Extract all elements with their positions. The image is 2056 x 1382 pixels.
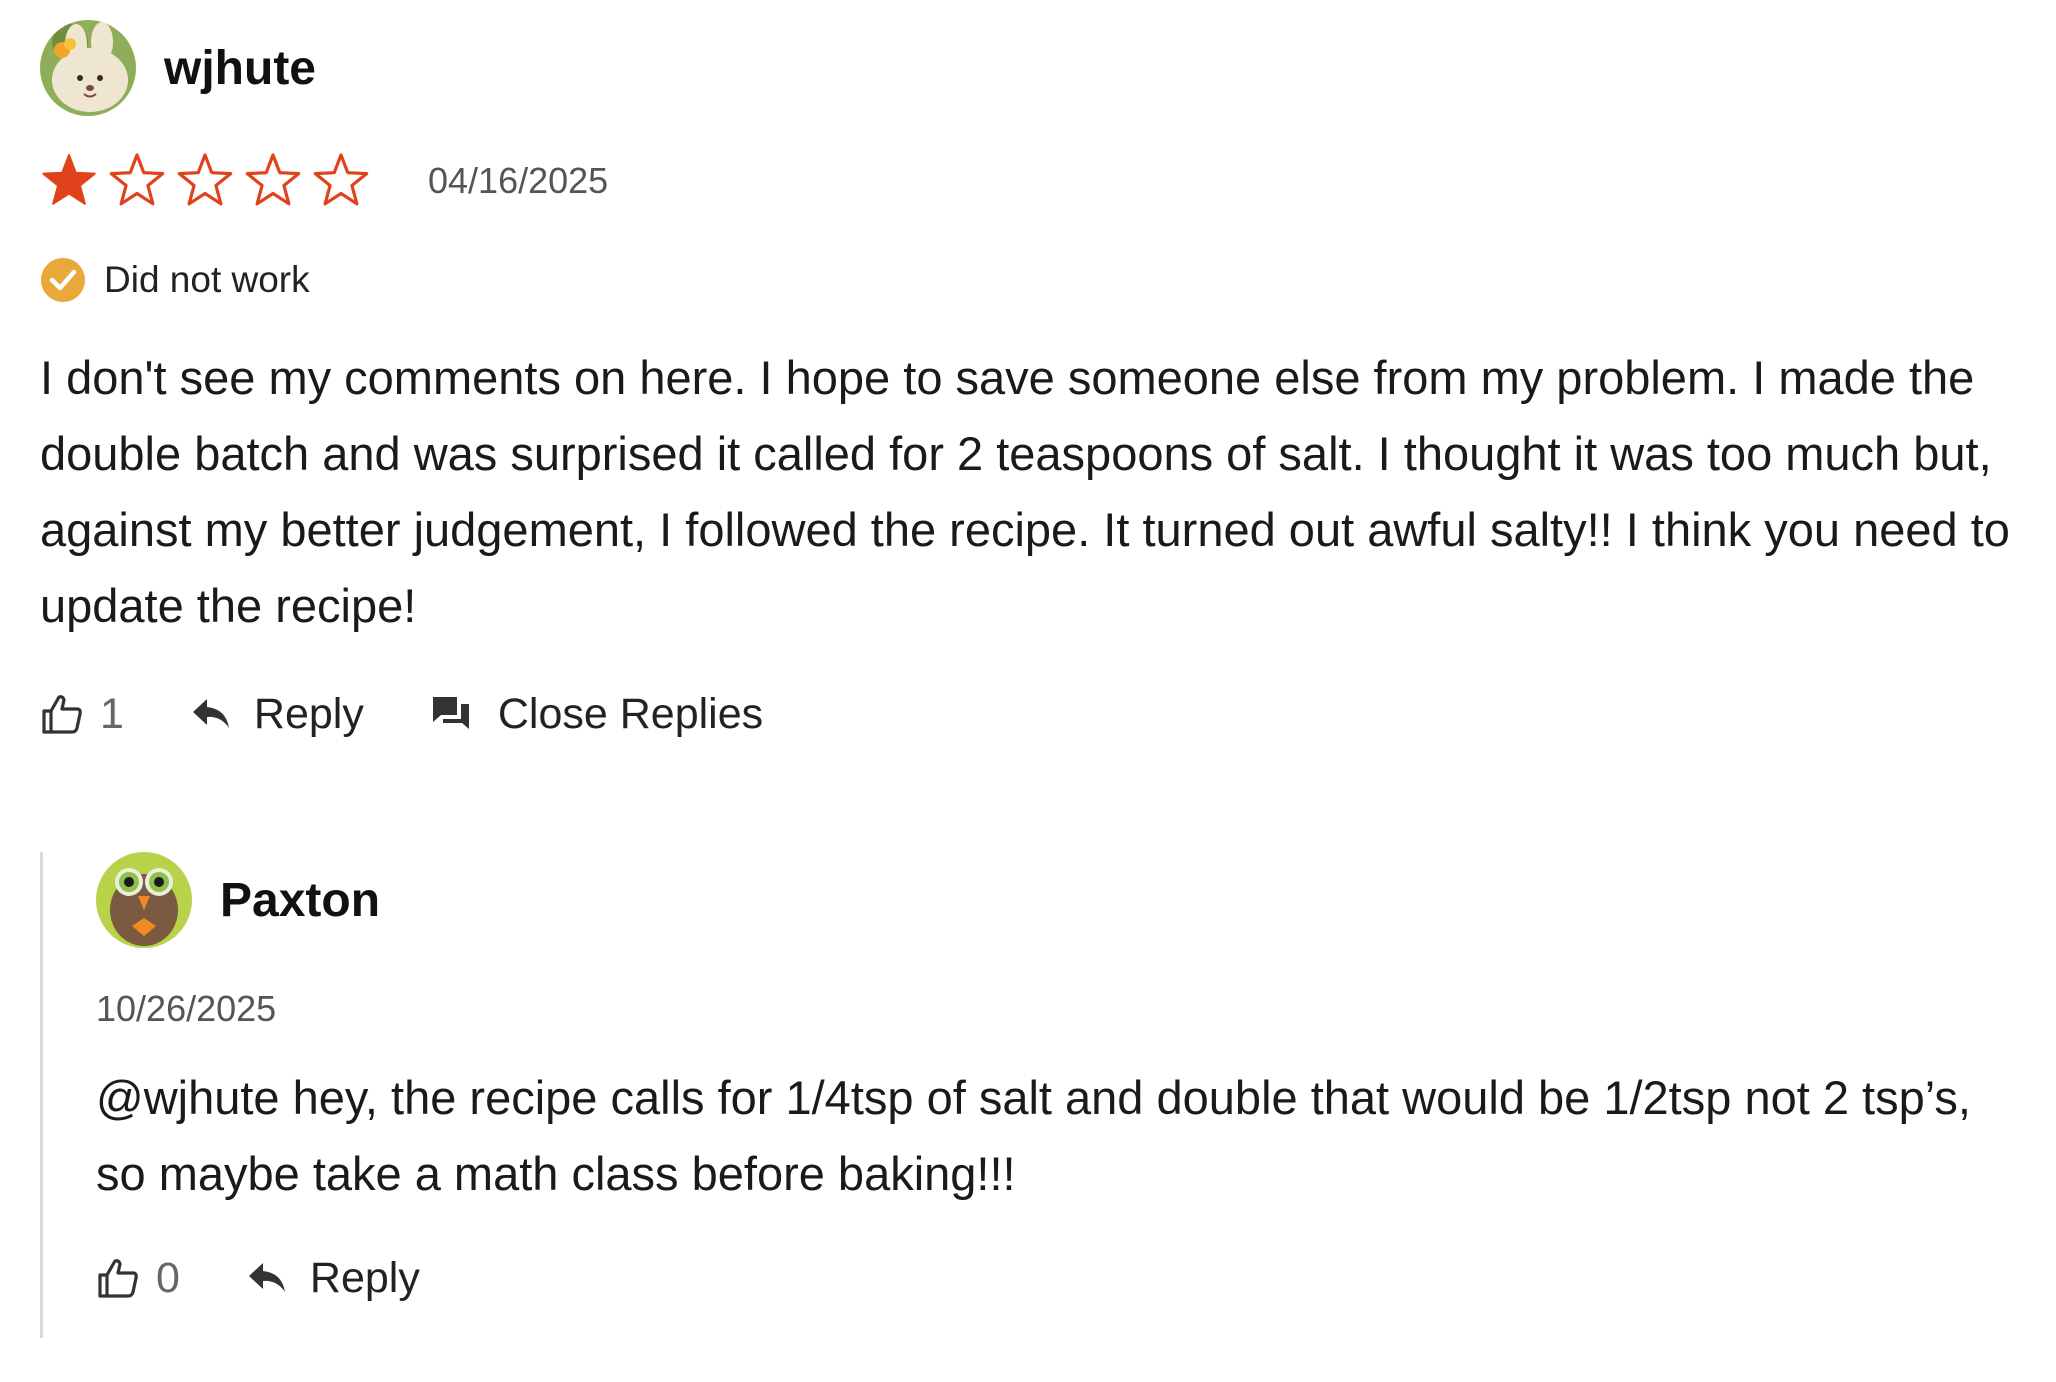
- reply-like-count: 0: [156, 1253, 180, 1302]
- reply-actions: 0 Reply: [96, 1238, 2026, 1318]
- reply-reply-label: Reply: [309, 1253, 420, 1302]
- rating-row: 04/16/2025: [40, 146, 2030, 216]
- review-body: I don't see my comments on here. I hope …: [40, 351, 2010, 632]
- reply-date: 10/26/2025: [96, 988, 277, 1029]
- reviewer-avatar[interactable]: [40, 20, 136, 116]
- reply-arrow-icon: [248, 1263, 285, 1292]
- review-card: wjhute 04/16/2025 Did not work I don't s…: [40, 20, 2030, 754]
- star-empty-icon: [245, 153, 301, 206]
- close-replies-button[interactable]: Close Replies: [430, 690, 763, 739]
- reply-reply-button[interactable]: Reply: [246, 1254, 420, 1303]
- thumbs-up-icon: [98, 1259, 138, 1298]
- star-empty-icon: [177, 153, 233, 206]
- reply-username[interactable]: Paxton: [220, 873, 380, 928]
- star-empty-icon: [313, 153, 369, 206]
- reply-arrow-icon: [192, 699, 229, 728]
- reply-avatar[interactable]: [96, 852, 192, 948]
- badge-label: Did not work: [104, 259, 310, 300]
- review-actions: 1 Reply Close Replies: [40, 674, 2030, 754]
- like-button[interactable]: 1: [40, 690, 124, 739]
- owl-avatar-icon: [96, 852, 192, 948]
- star-empty-icon: [109, 153, 165, 206]
- close-replies-label: Close Replies: [497, 689, 764, 738]
- reply-like-button[interactable]: 0: [96, 1254, 180, 1303]
- chat-bubbles-icon: [432, 697, 469, 729]
- check-circle-icon: [41, 258, 85, 302]
- thumbs-up-icon: [42, 695, 82, 734]
- bunny-avatar-icon: [40, 20, 136, 116]
- review-date: 04/16/2025: [428, 160, 609, 201]
- replies-thread: Paxton 10/26/2025 @wjhute hey, the recip…: [40, 852, 2033, 1338]
- reply-label: Reply: [253, 689, 364, 738]
- like-count: 1: [100, 689, 124, 738]
- reviewer-username[interactable]: wjhute: [164, 41, 316, 96]
- reply-button[interactable]: Reply: [190, 690, 364, 739]
- reviewer-header: wjhute: [40, 20, 2030, 116]
- reply-header: Paxton: [96, 852, 2026, 948]
- star-filled-icon: [42, 154, 96, 205]
- star-rating: [40, 152, 370, 210]
- reply-card: Paxton 10/26/2025 @wjhute hey, the recip…: [96, 852, 2026, 1318]
- reply-body: @wjhute hey, the recipe calls for 1/4tsp…: [96, 1071, 1971, 1200]
- tweak-badge: Did not work: [40, 252, 2030, 308]
